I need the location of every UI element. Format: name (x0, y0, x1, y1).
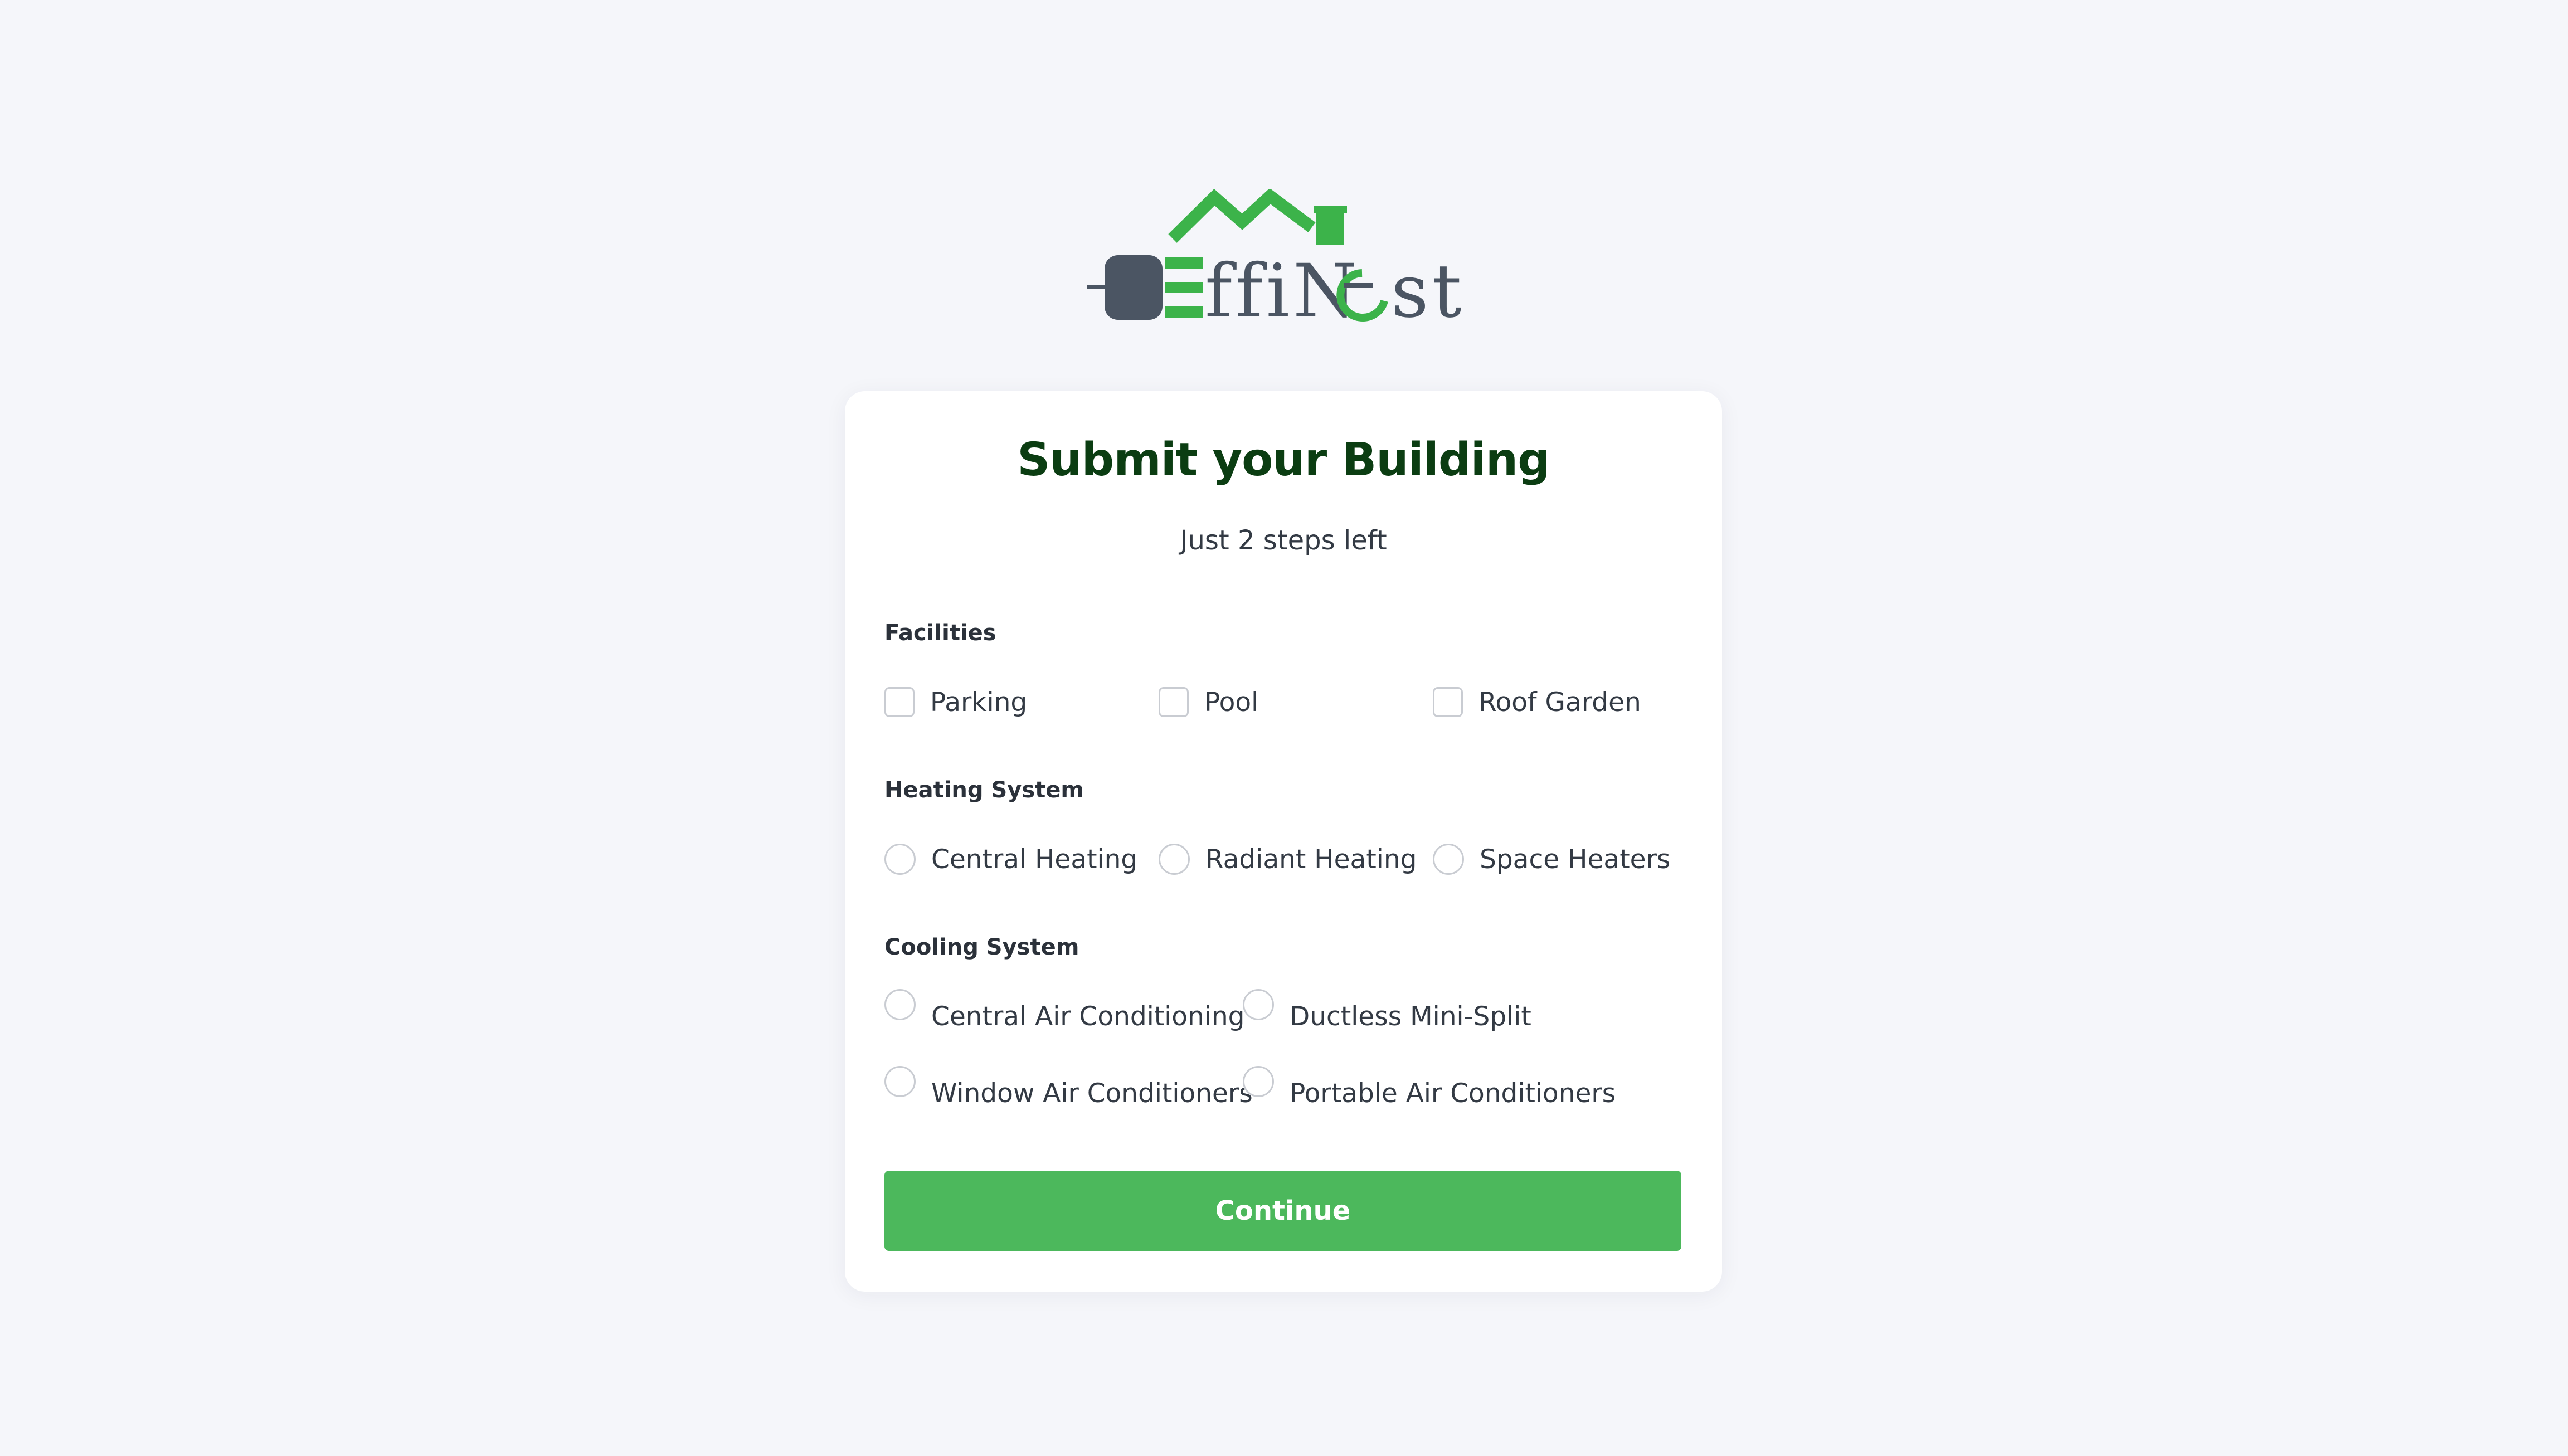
facility-pool[interactable]: Pool (1159, 683, 1258, 722)
continue-button[interactable]: Continue (884, 1171, 1681, 1251)
space-heaters-radio[interactable] (1433, 844, 1464, 875)
ductless-mini-split-label: Ductless Mini-Split (1290, 1001, 1531, 1032)
card-title: Submit your Building (1017, 434, 1550, 486)
effinest-logo: ffiN st (1087, 189, 1465, 323)
cooling-ductless-mini-split[interactable]: Ductless Mini-Split (1243, 989, 1531, 1036)
svg-text:st: st (1391, 249, 1465, 323)
roof-garden-label: Roof Garden (1478, 686, 1641, 718)
central-ac-label: Central Air Conditioning (931, 1001, 1245, 1032)
central-heating-label: Central Heating (931, 844, 1138, 875)
central-ac-radio[interactable] (884, 989, 916, 1020)
pool-checkbox[interactable] (1159, 687, 1189, 717)
heating-central[interactable]: Central Heating (884, 840, 1137, 879)
cooling-window-ac[interactable]: Window Air Conditioners (884, 1066, 1253, 1113)
heating-system-label: Heating System (884, 777, 1084, 803)
heating-radiant[interactable]: Radiant Heating (1159, 840, 1417, 879)
heating-space-heaters[interactable]: Space Heaters (1433, 840, 1670, 879)
facility-parking[interactable]: Parking (884, 683, 1027, 722)
facilities-label: Facilities (884, 620, 996, 646)
cooling-central-ac[interactable]: Central Air Conditioning (884, 989, 1245, 1036)
parking-label: Parking (930, 686, 1028, 718)
cooling-portable-ac[interactable]: Portable Air Conditioners (1243, 1066, 1616, 1113)
page: ffiN st Submit your Building Just 2 step… (0, 0, 2568, 1456)
portable-ac-label: Portable Air Conditioners (1290, 1078, 1616, 1109)
card-subtitle: Just 2 steps left (1180, 525, 1387, 556)
radiant-heating-label: Radiant Heating (1205, 844, 1417, 875)
roof-garden-checkbox[interactable] (1433, 687, 1463, 717)
parking-checkbox[interactable] (884, 687, 915, 717)
window-ac-label: Window Air Conditioners (931, 1078, 1253, 1109)
radiant-heating-radio[interactable] (1159, 844, 1190, 875)
facility-roof-garden[interactable]: Roof Garden (1433, 683, 1641, 722)
cooling-system-label: Cooling System (884, 934, 1079, 960)
window-ac-radio[interactable] (884, 1066, 916, 1097)
central-heating-radio[interactable] (884, 844, 916, 875)
submit-building-card: Submit your Building Just 2 steps left F… (845, 391, 1722, 1292)
svg-text:ffiN: ffiN (1205, 249, 1360, 323)
space-heaters-label: Space Heaters (1480, 844, 1671, 875)
portable-ac-radio[interactable] (1243, 1066, 1274, 1097)
pool-label: Pool (1204, 686, 1259, 718)
ductless-mini-split-radio[interactable] (1243, 989, 1274, 1020)
